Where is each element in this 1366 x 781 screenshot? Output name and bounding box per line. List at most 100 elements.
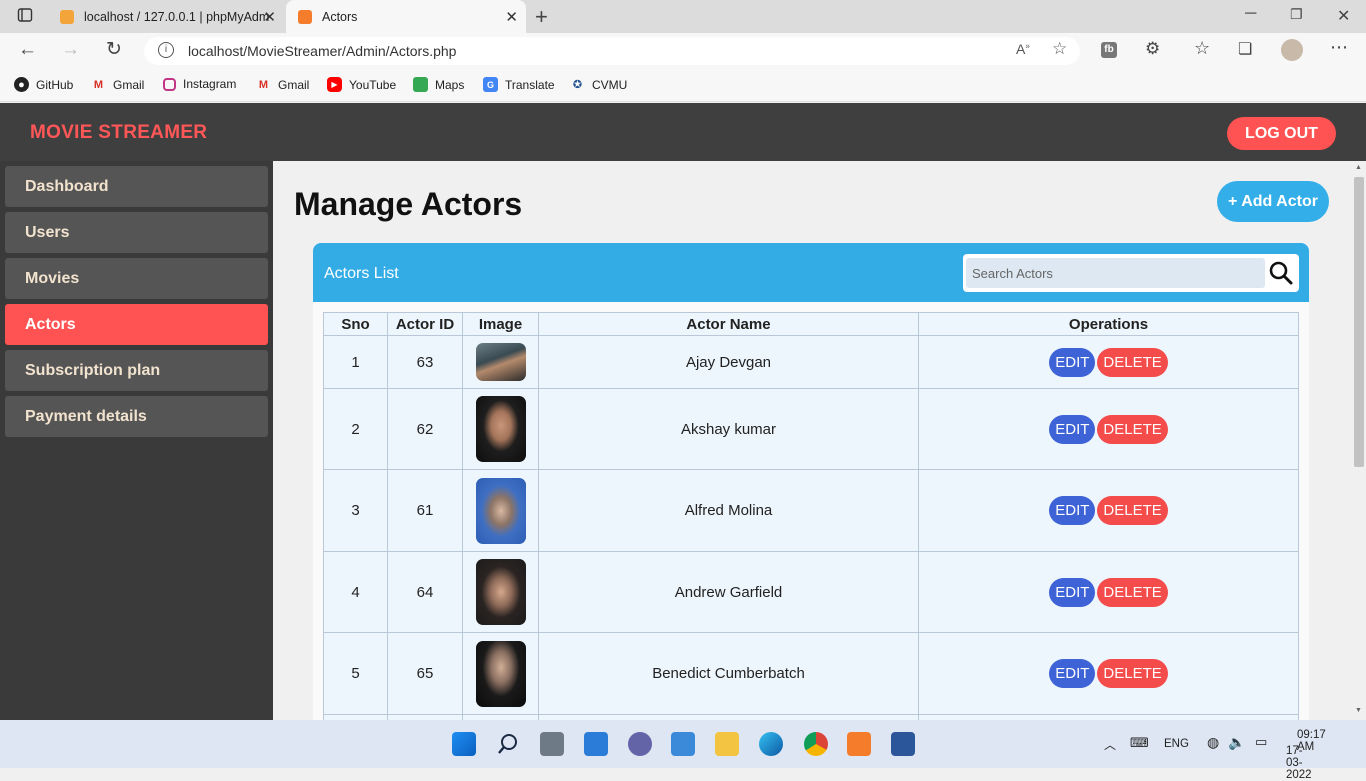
- url-text: localhost/MovieStreamer/Admin/Actors.php: [188, 43, 457, 59]
- actor-id-cell: 64: [387, 551, 463, 633]
- bookmark-cvmu[interactable]: ✪ CVMU: [570, 77, 627, 92]
- sidebar-item-dashboard[interactable]: Dashboard: [5, 166, 268, 207]
- network-icon[interactable]: ◍: [1207, 734, 1219, 751]
- chrome-icon[interactable]: [804, 732, 828, 756]
- bookmark-label: Gmail: [278, 77, 310, 92]
- battery-icon[interactable]: ▭: [1255, 734, 1267, 750]
- delete-button[interactable]: DELETE: [1097, 414, 1168, 444]
- actor-photo: [475, 559, 526, 625]
- forward-icon[interactable]: →: [61, 39, 80, 61]
- more-icon[interactable]: ⋯: [1330, 37, 1348, 58]
- edge-icon[interactable]: [759, 732, 783, 756]
- bookmark-gmail-2[interactable]: M Gmail: [256, 77, 309, 92]
- task-view-icon[interactable]: [540, 732, 564, 756]
- search-icon[interactable]: [496, 732, 520, 756]
- edit-button[interactable]: EDIT: [1049, 414, 1096, 444]
- volume-icon[interactable]: 🔈: [1228, 734, 1245, 751]
- bookmark-label: CVMU: [592, 77, 628, 92]
- edit-button[interactable]: EDIT: [1049, 347, 1096, 377]
- delete-button[interactable]: DELETE: [1097, 659, 1168, 688]
- language-indicator[interactable]: ENG: [1164, 738, 1189, 750]
- search-input[interactable]: [966, 258, 1265, 288]
- bookmark-maps[interactable]: Maps: [413, 77, 464, 92]
- column-header: Actor ID: [387, 312, 463, 336]
- keyboard-icon[interactable]: ⌨: [1130, 735, 1149, 751]
- widgets-icon[interactable]: [584, 732, 608, 756]
- bookmark-translate[interactable]: G Translate: [483, 77, 555, 92]
- bookmark-label: Maps: [435, 77, 465, 92]
- table-row: 5 65 Benedict Cumberbatch EDIT DELETE: [323, 632, 1299, 715]
- youtube-icon: ▶: [327, 77, 342, 92]
- teams-chat-icon[interactable]: [628, 732, 652, 756]
- back-icon[interactable]: ←: [18, 39, 37, 61]
- actor-photo: [475, 396, 526, 462]
- delete-button[interactable]: DELETE: [1097, 496, 1168, 525]
- xampp-icon[interactable]: [847, 732, 871, 756]
- extensions-icon[interactable]: ⚙: [1145, 39, 1160, 59]
- new-tab-icon[interactable]: +: [535, 4, 548, 30]
- edit-button[interactable]: EDIT: [1049, 659, 1096, 688]
- sidebar-item-movies[interactable]: Movies: [5, 258, 268, 299]
- windows-start-icon[interactable]: [452, 732, 476, 756]
- gmail-icon: M: [258, 78, 269, 91]
- store-icon[interactable]: [671, 732, 695, 756]
- chevron-up-icon[interactable]: ︿: [1104, 736, 1116, 753]
- read-aloud-icon[interactable]: A»: [1016, 41, 1030, 57]
- edit-button[interactable]: EDIT: [1049, 577, 1096, 607]
- delete-button[interactable]: DELETE: [1097, 577, 1168, 607]
- operations-cell: EDIT DELETE: [918, 551, 1299, 633]
- extension-fb-icon[interactable]: fb: [1101, 42, 1117, 58]
- favorites-icon[interactable]: ☆: [1194, 38, 1210, 59]
- collections-icon[interactable]: ❏: [1238, 39, 1252, 59]
- main-content: Manage Actors + Add Actor Actors List Sn…: [273, 161, 1351, 720]
- actor-id-cell: 62: [387, 388, 463, 470]
- bookmark-instagram[interactable]: Instagram: [163, 77, 236, 91]
- bookmark-gmail[interactable]: M Gmail: [91, 77, 144, 92]
- edit-button[interactable]: EDIT: [1049, 496, 1096, 525]
- logout-button[interactable]: LOG OUT: [1227, 117, 1336, 150]
- gmail-icon: M: [93, 78, 104, 91]
- url-field[interactable]: i localhost/MovieStreamer/Admin/Actors.p…: [144, 37, 1080, 65]
- sidebar-item-subscription-plan[interactable]: Subscription plan: [5, 350, 268, 391]
- translate-icon: G: [483, 77, 498, 92]
- address-bar-row: ← → ↻ i localhost/MovieStreamer/Admin/Ac…: [0, 33, 1366, 69]
- refresh-icon[interactable]: ↻: [106, 38, 122, 61]
- minimize-icon[interactable]: ─: [1245, 5, 1256, 23]
- bookmark-github[interactable]: ● GitHub: [14, 77, 73, 92]
- delete-button[interactable]: DELETE: [1097, 347, 1168, 377]
- restore-icon[interactable]: ❐: [1290, 6, 1303, 23]
- scroll-up-icon[interactable]: ▲: [1355, 164, 1362, 171]
- table-row: 2 62 Akshay kumar EDIT DELETE: [323, 388, 1299, 470]
- close-icon[interactable]: ✕: [505, 8, 518, 26]
- profile-avatar[interactable]: [1281, 39, 1303, 61]
- sidebar-item-users[interactable]: Users: [5, 212, 268, 253]
- add-actor-button[interactable]: + Add Actor: [1217, 181, 1329, 222]
- bookmark-youtube[interactable]: ▶ YouTube: [327, 77, 396, 92]
- browser-tab-actors[interactable]: Actors ✕: [286, 0, 526, 33]
- file-explorer-icon[interactable]: [715, 732, 739, 756]
- scroll-down-icon[interactable]: ▼: [1355, 707, 1362, 714]
- info-icon[interactable]: i: [158, 42, 174, 58]
- column-header: Image: [462, 312, 539, 336]
- sidebar-item-actors[interactable]: Actors: [5, 304, 268, 345]
- clock-date[interactable]: 17-03-2022: [1286, 745, 1312, 781]
- close-icon[interactable]: ✕: [263, 8, 276, 26]
- bookmark-label: GitHub: [36, 77, 74, 92]
- cvmu-icon: ✪: [572, 79, 583, 91]
- browser-tab-phpmyadmin[interactable]: localhost / 127.0.0.1 | phpMyAdm ✕: [48, 0, 284, 33]
- actor-photo: [475, 640, 526, 707]
- sidebar-item-payment-details[interactable]: Payment details: [5, 396, 268, 437]
- favorite-add-icon[interactable]: ☆: [1052, 39, 1067, 59]
- actors-table: Sno Actor ID Image Actor Name Operations…: [323, 312, 1299, 720]
- browser-tab-bar: localhost / 127.0.0.1 | phpMyAdm ✕ Actor…: [0, 0, 1366, 33]
- page-scrollbar[interactable]: ▲ ▼: [1351, 161, 1366, 720]
- operations-cell: EDIT DELETE: [918, 632, 1299, 715]
- word-icon[interactable]: [891, 732, 915, 756]
- tab-actions-icon[interactable]: [17, 7, 33, 28]
- table-header-row: Sno Actor ID Image Actor Name Operations: [323, 312, 1299, 336]
- search-icon[interactable]: [1268, 260, 1294, 286]
- tab-title: localhost / 127.0.0.1 | phpMyAdm: [84, 9, 269, 24]
- scrollbar-thumb[interactable]: [1354, 177, 1364, 467]
- window-close-icon[interactable]: ✕: [1337, 6, 1350, 26]
- brand-logo[interactable]: MOVIE STREAMER: [30, 122, 207, 144]
